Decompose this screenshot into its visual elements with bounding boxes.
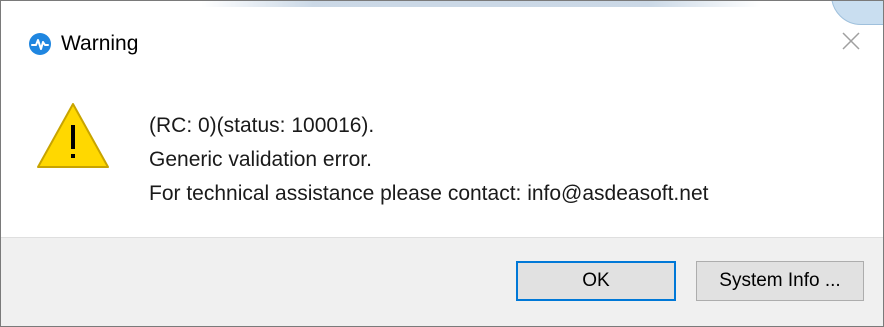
message-text: (RC: 0)(status: 100016). Generic validat… [149,109,708,211]
title-bar[interactable]: Warning [1,1,883,87]
close-icon [841,31,861,56]
close-button[interactable] [827,21,875,65]
warning-dialog: Warning (RC: 0)(status: 100016). Generic… [0,0,884,327]
message-line-contact: For technical assistance please contact:… [149,182,709,205]
message-line-status: (RC: 0)(status: 100016). [149,114,375,137]
message-line-error: Generic validation error. [149,148,372,171]
button-bar: OK System Info ... [1,237,883,326]
ok-button[interactable]: OK [516,261,676,301]
app-pulse-icon [29,33,51,55]
warning-triangle-icon [35,101,111,171]
system-info-button[interactable]: System Info ... [696,261,864,301]
dialog-title: Warning [61,32,139,55]
